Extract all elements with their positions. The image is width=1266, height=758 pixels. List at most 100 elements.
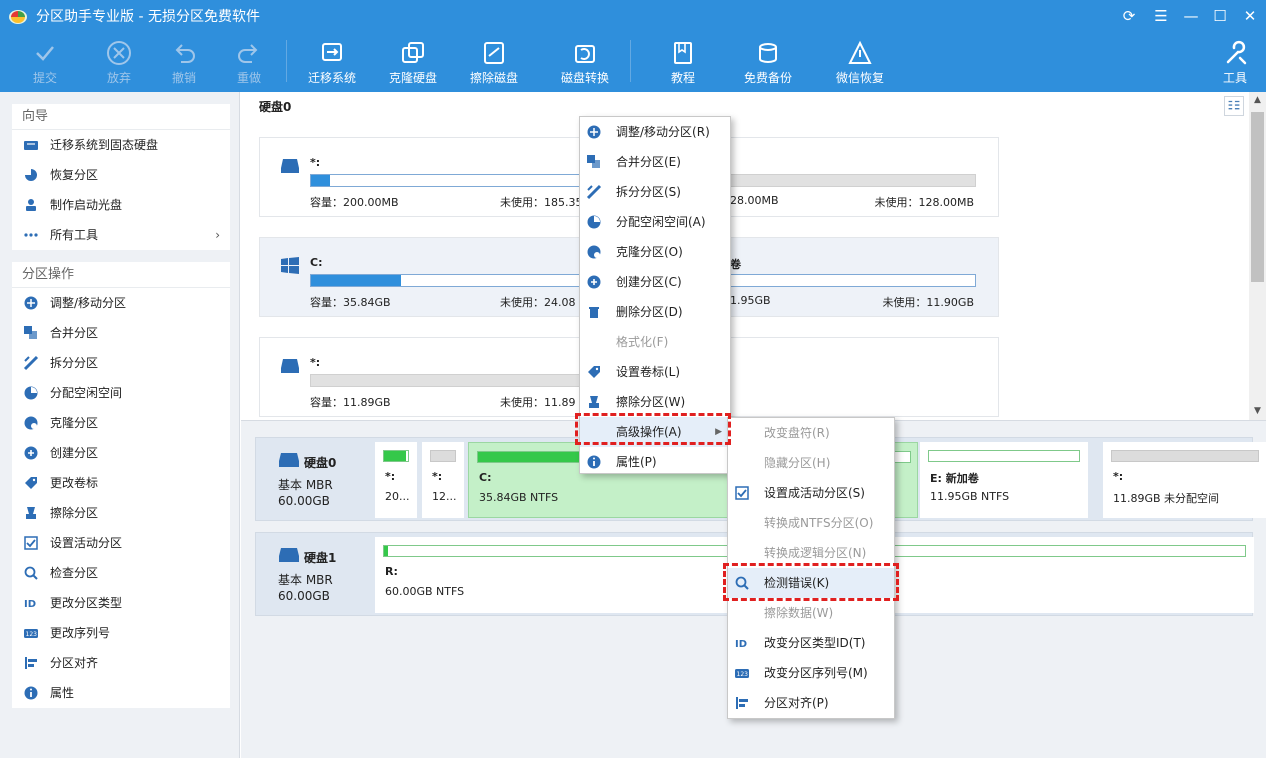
ops-item-9[interactable]: 检查分区 [12,558,230,588]
submenu-item-7[interactable]: ID 改变分区类型ID(T) [728,628,894,658]
submenu-item-1[interactable]: 隐藏分区(H) [728,448,894,478]
context-menu-label: 克隆分区(O) [616,245,683,259]
context-menu-item-7[interactable]: 格式化(F) [580,327,730,357]
context-menu-item-2[interactable]: 拆分分区(S) [580,177,730,207]
ops-item-7[interactable]: 擦除分区 [12,498,230,528]
ops-item-0[interactable]: 调整/移动分区 [12,288,230,318]
partition-block-desc: 11.95GB NTFS [930,490,1010,503]
svg-text:ID: ID [735,639,747,650]
ops-item-13[interactable]: 属性 [12,678,230,708]
submenu-item-4[interactable]: 转换成逻辑分区(N) [728,538,894,568]
ops-item-3[interactable]: 分配空闲空间 [12,378,230,408]
vertical-scrollbar[interactable]: ▲ ▼ [1249,92,1266,420]
context-menu-item-1[interactable]: 合并分区(E) [580,147,730,177]
top-bar: 分区助手专业版 - 无损分区免费软件 ⟳ ☰ — ☐ ✕ 提交 放弃 撤销 重做 迁移系… [0,0,1266,92]
disk-info[interactable]: 硬盘1 基本 MBR 60.00GB [256,533,358,615]
guide-item-2[interactable]: 制作启动光盘 [12,190,230,220]
wrench-icon [1226,40,1247,65]
guide-item-0[interactable]: 迁移系统到固态硬盘 [12,130,230,160]
submenu-label: 改变分区序列号(M) [764,666,868,680]
context-menu-label: 拆分分区(S) [616,185,681,199]
svg-text:ID: ID [24,599,36,610]
ops-item-12[interactable]: 分区对齐 [12,648,230,678]
scroll-up-icon[interactable]: ▲ [1249,92,1266,109]
submenu-item-5[interactable]: 检测错误(K) [728,568,894,598]
guide-item-3[interactable]: 所有工具 › [12,220,230,250]
toolbar-button-8[interactable]: 教程 [648,38,718,88]
guide-title: 向导 [12,104,230,130]
partition-free: 未使用：185.35 [500,196,583,209]
close-icon[interactable]: ✕ [1237,4,1263,28]
context-menu-item-3[interactable]: 分配空闲空间(A) [580,207,730,237]
minimize-icon[interactable]: — [1178,4,1204,28]
toolbar-button-5[interactable]: 克隆硬盘 [378,38,448,88]
toolbar-button-9[interactable]: 免费备份 [733,38,803,88]
ops-item-label: 创建分区 [50,446,99,460]
submenu-item-0[interactable]: 改变盘符(R) [728,418,894,448]
ops-item-4[interactable]: 克隆分区 [12,408,230,438]
context-menu-item-9[interactable]: 擦除分区(W) [580,387,730,417]
partition-block[interactable]: *: 20... [375,442,417,518]
context-menu-item-8[interactable]: 设置卷标(L) [580,357,730,387]
drive-icon [281,359,299,373]
submenu-item-3[interactable]: 转换成NTFS分区(O) [728,508,894,538]
active-icon [24,536,38,550]
ops-item-8[interactable]: 设置活动分区 [12,528,230,558]
ops-item-2[interactable]: 拆分分区 [12,348,230,378]
disk-info[interactable]: 硬盘0 基本 MBR 60.00GB [256,438,358,520]
submenu-item-6[interactable]: 擦除数据(W) [728,598,894,628]
disk-size: 60.00GB [278,589,330,603]
partition-block[interactable]: *: 12... [422,442,464,518]
partition-block-name: R: [385,565,398,578]
ops-item-5[interactable]: 创建分区 [12,438,230,468]
guide-item-label: 制作启动光盘 [50,198,123,212]
guide-item-label: 迁移系统到固态硬盘 [50,138,159,152]
refresh-icon[interactable]: ⟳ [1116,4,1142,28]
guide-item-1[interactable]: 恢复分区 [12,160,230,190]
toolbar-button-10[interactable]: 微信恢复 [825,38,895,88]
none [734,455,750,471]
toolbar-button-2[interactable]: 撤销 [149,38,219,88]
ops-item-11[interactable]: 123 更改序列号 [12,618,230,648]
context-menu-item-10[interactable]: 高级操作(A) ▶ [580,417,730,447]
menu-icon[interactable]: ☰ [1148,4,1174,28]
context-menu-item-5[interactable]: 创建分区(C) [580,267,730,297]
ops-item-1[interactable]: 合并分区 [12,318,230,348]
context-menu-item-11[interactable]: 属性(P) [580,447,730,477]
partition-block[interactable]: E: 新加卷 11.95GB NTFS [920,442,1088,518]
clone-disk-icon [402,42,424,63]
toolbar-label: 免费备份 [743,71,792,85]
wipe-disk-icon [484,42,504,64]
view-toggle-icon[interactable] [1224,96,1244,116]
toolbar-button-6[interactable]: 擦除磁盘 [459,38,529,88]
context-menu-item-6[interactable]: 删除分区(D) [580,297,730,327]
maximize-icon[interactable]: ☐ [1207,4,1233,28]
ops-item-6[interactable]: 更改卷标 [12,468,230,498]
submenu-item-2[interactable]: 设置成活动分区(S) [728,478,894,508]
scroll-thumb[interactable] [1251,112,1264,282]
ops-item-label: 更改分区类型 [50,596,123,610]
ssd-icon [24,141,38,150]
toolbar-button-4[interactable]: 迁移系统 [297,38,367,88]
partition-block[interactable]: *: 11.89GB 未分配空间 [1103,442,1266,518]
scroll-down-icon[interactable]: ▼ [1249,403,1266,420]
submenu-item-8[interactable]: 123 改变分区序列号(M) [728,658,894,688]
submenu-item-9[interactable]: 分区对齐(P) [728,688,894,718]
allocate-icon [24,386,38,400]
toolbar-button-0[interactable]: 提交 [10,38,80,88]
partition-usage-bar [928,450,1080,462]
drive-icon [281,159,299,173]
partition-block-desc: 11.89GB 未分配空间 [1113,492,1220,505]
partition-free-right: 未使用：11.90GB [882,296,974,309]
toolbar-button-3[interactable]: 重做 [214,38,284,88]
ops-item-label: 属性 [50,686,75,700]
context-menu-item-0[interactable]: 调整/移动分区(R) [580,117,730,147]
ops-item-10[interactable]: ID 更改分区类型 [12,588,230,618]
context-menu-item-4[interactable]: 克隆分区(O) [580,237,730,267]
tools-button[interactable]: 工具 [1200,38,1266,88]
label-icon [25,477,37,489]
delete-icon [589,307,599,318]
toolbar-button-7[interactable]: 磁盘转换 [550,38,620,88]
hard-disk-icon [279,548,299,562]
toolbar-button-1[interactable]: 放弃 [84,38,154,88]
